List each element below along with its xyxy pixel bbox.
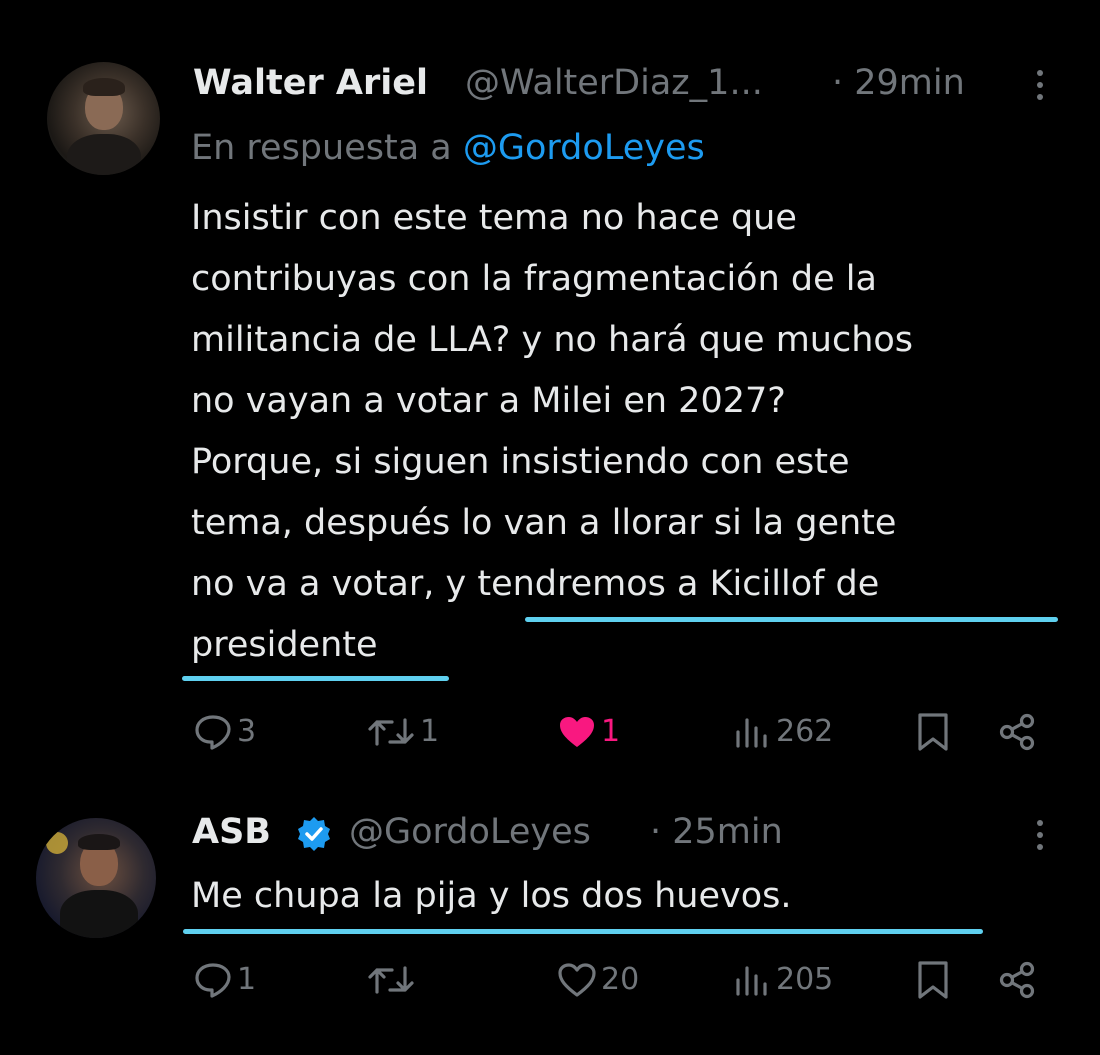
reply-count: 1	[237, 962, 257, 997]
author-name[interactable]: ASB	[192, 815, 271, 850]
view-count: 205	[776, 962, 834, 997]
text-line: tema, después lo van a llorar si la gent…	[191, 503, 897, 543]
verified-badge-icon	[298, 817, 330, 851]
bookmark-icon	[918, 961, 948, 999]
text-line: contribuyas con la fragmentación de la	[191, 259, 877, 299]
share-nodes-icon	[999, 961, 1035, 999]
avatar[interactable]	[47, 62, 160, 175]
heart-icon	[558, 963, 596, 997]
text-line: militancia de LLA? y no hará que muchos	[191, 320, 914, 360]
repost-button[interactable]	[366, 960, 420, 1000]
author-name[interactable]: Walter Ariel	[193, 66, 428, 101]
views-button[interactable]: 205	[732, 960, 833, 1000]
reply-to-mention[interactable]: @GordoLeyes	[463, 128, 705, 168]
heart-icon	[560, 717, 594, 747]
highlight-underline	[183, 929, 983, 934]
like-count: 20	[601, 962, 640, 997]
tweet-text: Me chupa la pija y los dos huevos.	[191, 876, 792, 916]
reply-context: En respuesta a @GordoLeyes	[191, 131, 705, 166]
reply-button[interactable]: 1	[193, 960, 256, 1000]
timestamp[interactable]: · 25min	[650, 815, 783, 850]
text-line: no vayan a votar a Milei en 2027?	[191, 381, 786, 421]
timestamp[interactable]: · 29min	[832, 66, 965, 101]
bookmark-icon	[918, 713, 948, 751]
like-button[interactable]: 20	[557, 960, 639, 1000]
reply-count: 3	[237, 714, 257, 749]
share-button[interactable]	[997, 712, 1037, 752]
bar-chart-icon	[736, 718, 767, 748]
reply-icon	[195, 715, 231, 750]
more-icon[interactable]	[1037, 70, 1043, 106]
author-handle[interactable]: @GordoLeyes	[349, 815, 591, 850]
views-button[interactable]: 262	[732, 712, 833, 752]
highlight-underline	[525, 617, 1058, 622]
repost-count: 1	[420, 714, 440, 749]
repost-button[interactable]: 1	[366, 712, 439, 752]
share-nodes-icon	[999, 713, 1035, 751]
more-icon[interactable]	[1037, 820, 1043, 856]
share-button[interactable]	[997, 960, 1037, 1000]
text-line: no va a votar, y tendremos a Kicillof de	[191, 564, 880, 604]
highlight-underline	[182, 676, 449, 681]
like-count: 1	[601, 714, 621, 749]
repost-icon	[368, 966, 414, 994]
like-button[interactable]: 1	[557, 712, 620, 752]
text-line: Insistir con este tema no hace que	[191, 198, 797, 238]
reply-icon	[195, 963, 231, 998]
avatar[interactable]	[36, 818, 156, 938]
author-handle[interactable]: @WalterDiaz_1...	[465, 66, 763, 101]
bar-chart-icon	[736, 966, 767, 996]
bookmark-button[interactable]	[915, 712, 951, 752]
reply-button[interactable]: 3	[193, 712, 256, 752]
text-line: Porque, si siguen insistiendo con este	[191, 442, 850, 482]
reply-prefix: En respuesta a	[191, 128, 452, 168]
repost-icon	[368, 718, 414, 746]
view-count: 262	[776, 714, 834, 749]
text-line: presidente	[191, 625, 378, 665]
bookmark-button[interactable]	[915, 960, 951, 1000]
